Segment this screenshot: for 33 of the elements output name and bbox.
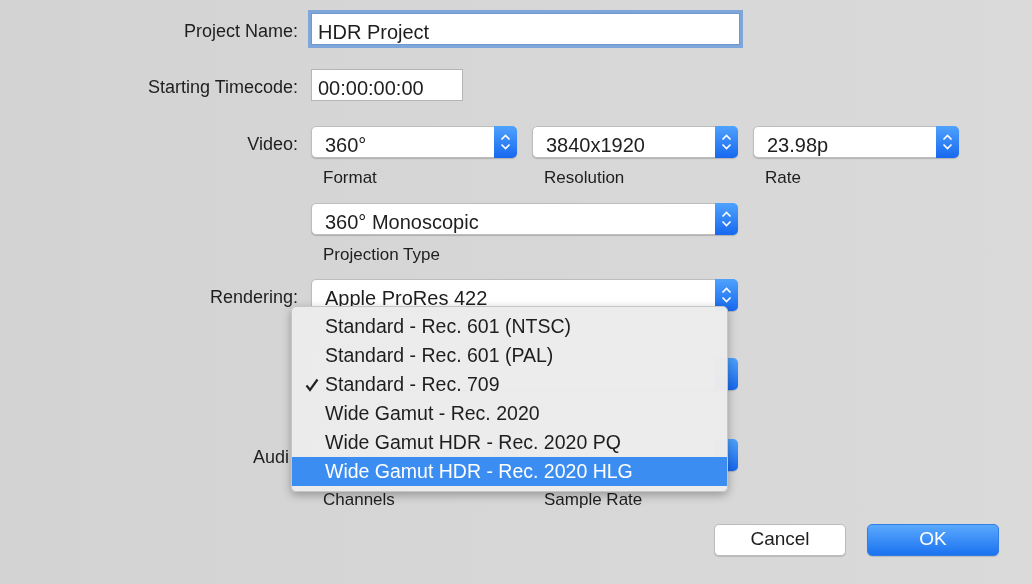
menu-item[interactable]: Standard - Rec. 601 (NTSC)	[292, 312, 727, 341]
stepper-arrows-icon	[721, 209, 732, 228]
field-label: Audi	[251, 446, 290, 469]
stepper-arrows-icon	[500, 133, 511, 151]
field-caption: Rate	[764, 167, 802, 189]
popup-button[interactable]: 3840x1920	[532, 126, 738, 158]
menu-item[interactable]: Wide Gamut - Rec. 2020	[292, 399, 727, 428]
popup-button[interactable]: 360° Monoscopic	[311, 202, 738, 235]
field-label: Starting Timecode:	[146, 76, 298, 99]
field-label: Project Name:	[182, 20, 298, 43]
popup-button[interactable]: 23.98p	[753, 126, 959, 158]
field-caption: Sample Rate	[543, 489, 644, 511]
text-field[interactable]: HDR Project	[311, 13, 740, 45]
cancel-button[interactable]: Cancel	[714, 523, 846, 556]
stepper-arrows-icon	[942, 133, 953, 151]
field-caption: Format	[322, 167, 378, 189]
field-caption: Resolution	[543, 167, 626, 189]
popup-value: Apple ProRes 422	[325, 287, 488, 309]
field-caption: Projection Type	[322, 243, 441, 266]
popup-value: 3840x1920	[546, 134, 645, 156]
menu-item[interactable]: Wide Gamut HDR - Rec. 2020 PQ	[292, 428, 727, 457]
text-field[interactable]: 00:00:00:00	[311, 69, 463, 101]
stepper-arrows-icon	[721, 133, 732, 151]
field-label: Rendering:	[208, 286, 298, 309]
popup-button[interactable]: 360°	[311, 126, 517, 158]
menu-item[interactable]: Standard - Rec. 601 (PAL)	[292, 341, 727, 370]
popup-value: 360° Monoscopic	[325, 210, 479, 233]
stepper-arrows-icon	[721, 286, 732, 304]
field-label: Video:	[246, 133, 298, 156]
popup-value: 23.98p	[767, 134, 829, 156]
popup-value: 360°	[325, 134, 367, 156]
field-caption: Channels	[322, 489, 396, 511]
menu-item[interactable]: Standard - Rec. 709	[292, 370, 727, 399]
